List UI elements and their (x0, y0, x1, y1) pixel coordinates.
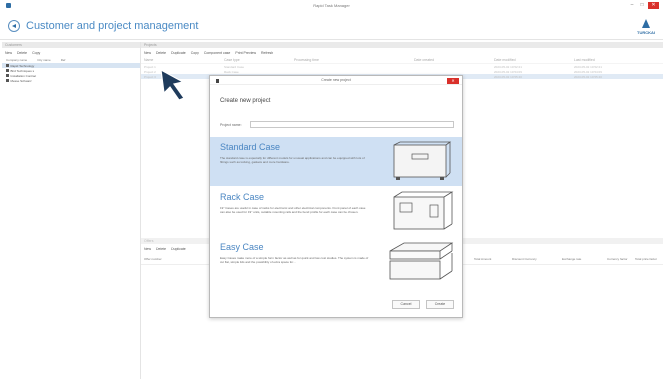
case-description: The standard case is especially for diff… (220, 156, 365, 164)
project-name-input[interactable] (250, 121, 454, 128)
new-customer-button[interactable]: New (5, 51, 12, 55)
building-icon (6, 74, 9, 77)
col-currency-factor[interactable]: Currency factor (604, 257, 632, 261)
dialog-heading: Create new project (220, 98, 271, 104)
case-title: Easy Case (220, 242, 264, 252)
dialog-title: Create new project (321, 78, 351, 82)
customers-pane: Customers New Delete Copy Company name C… (2, 42, 140, 379)
project-name-label: Project name: (220, 123, 242, 127)
logo-icon (642, 19, 650, 28)
customers-toolbar: New Delete Copy (2, 48, 140, 57)
create-project-dialog: Create new project ✕ Create new project … (209, 75, 463, 318)
col-discount-currency[interactable]: Discount Currency (509, 257, 559, 261)
col-total-price-factor[interactable]: Total price factor (632, 257, 660, 261)
customer-name: Messe Schwarz (10, 78, 32, 83)
create-button[interactable]: Create (426, 300, 454, 309)
copy-customer-button[interactable]: Copy (32, 51, 40, 55)
col-total-amount[interactable]: Total Amount (471, 257, 509, 261)
customer-row[interactable]: Messe Schwarz (2, 78, 140, 83)
easy-case-option[interactable]: Easy Case Easy Cases make more of a simp… (210, 237, 462, 286)
col-company[interactable]: Company name (6, 58, 27, 62)
app-header: Customer and project management TURCKAI (0, 14, 663, 40)
customer-name: Rapid Technology (10, 63, 35, 68)
col-ref[interactable]: Ref (61, 58, 66, 62)
cancel-button[interactable]: Cancel (392, 300, 420, 309)
building-icon (6, 64, 9, 67)
window-title: Rapid Task Manager (313, 3, 350, 8)
easy-case-image (389, 242, 454, 280)
maximize-icon[interactable]: □ (638, 2, 646, 9)
standard-case-image (393, 141, 452, 180)
brand-text: TURCKAI (637, 30, 655, 35)
building-icon (6, 79, 9, 82)
col-city[interactable]: City name (37, 58, 51, 62)
page-title: Customer and project management (26, 20, 199, 32)
window-controls: – □ ✕ (628, 2, 659, 9)
mouse-pointer-icon (160, 68, 185, 101)
customer-name: Installation Contrac (10, 73, 37, 78)
dialog-titlebar: Create new project ✕ (210, 76, 462, 85)
building-icon (6, 69, 9, 72)
case-description: Easy Cases make more of a simple form fa… (220, 256, 369, 264)
col-exchange-rate[interactable]: Exchange rate (559, 257, 604, 261)
case-title: Standard Case (220, 142, 281, 152)
delete-customer-button[interactable]: Delete (17, 51, 27, 55)
dialog-buttons: Cancel Create (392, 300, 454, 309)
case-title: Rack Case (220, 192, 265, 202)
rack-case-option[interactable]: Rack Case 19" Cases are useful in case o… (210, 187, 462, 236)
dialog-close-icon[interactable]: ✕ (447, 77, 459, 84)
back-arrow-icon[interactable] (8, 20, 20, 32)
standard-case-option[interactable]: Standard Case The standard case is espec… (210, 137, 462, 186)
customer-name: Bird Techniques s (10, 68, 35, 73)
minimize-icon[interactable]: – (628, 2, 636, 9)
rack-case-image (393, 191, 454, 230)
close-icon[interactable]: ✕ (648, 2, 659, 9)
case-description: 19" Cases are useful in case of racks fo… (220, 206, 366, 214)
window-titlebar: Rapid Task Manager – □ ✕ (0, 0, 663, 12)
brand-logo: TURCKAI (635, 19, 657, 37)
